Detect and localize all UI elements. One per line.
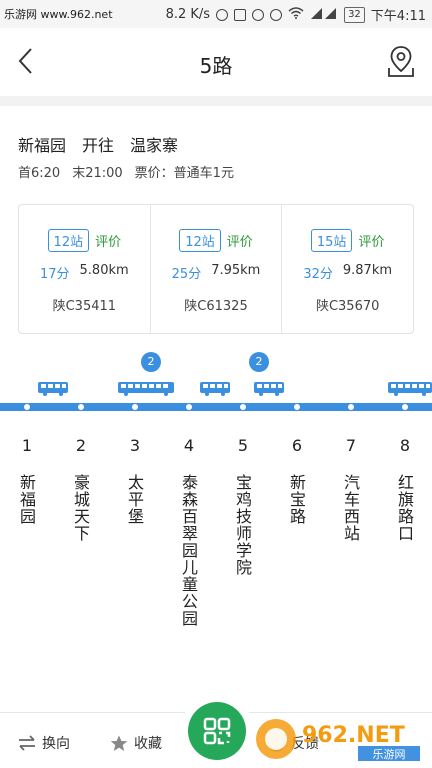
title-bar: 5路 (0, 28, 432, 96)
watermark-subtext: 乐游网 (373, 748, 406, 761)
page-title: 5路 (199, 54, 233, 78)
swap-arrows-icon (19, 735, 35, 751)
upcoming-buses-card: 12站 评价 17分 5.80km 陕C35411 12站 评价 25分 7.9… (18, 204, 414, 334)
stop-number: 5 (237, 436, 249, 455)
bus-count-badge: 2 (141, 352, 161, 372)
stop-name[interactable]: 宝鸡技师学院 (233, 474, 253, 576)
stop-number: 4 (183, 436, 195, 455)
chevron-left-icon (18, 48, 32, 74)
bus-plate: 陕C35670 (315, 299, 380, 314)
stop-number: 7 (345, 436, 357, 455)
stops-away-badge: 15站 (310, 229, 353, 252)
header-divider (0, 96, 432, 106)
stop-dot (294, 404, 300, 410)
eta-distance: 5.80km (79, 263, 129, 278)
eta-minutes: 17分 (39, 267, 70, 282)
bus-card[interactable]: 12站 评价 17分 5.80km 陕C35411 (19, 205, 150, 333)
rate-link[interactable]: 评价 (227, 231, 253, 250)
qr-scan-button[interactable] (180, 694, 254, 768)
bus-icon (118, 382, 174, 396)
stop-name[interactable]: 豪城天下 (71, 474, 91, 542)
status-carrier: 乐游网 www.962.net (4, 8, 113, 21)
bus-card-header: 12站 评价 (19, 229, 150, 252)
stop-name[interactable]: 太平堡 (125, 474, 145, 525)
stop-dot (240, 404, 246, 410)
bus-card-header: 15站 评价 (282, 229, 413, 252)
switch-direction-label: 换向 (42, 736, 70, 752)
stops-away-badge: 12站 (47, 229, 90, 252)
stop-number: 6 (291, 436, 303, 455)
nfc-icon (234, 8, 247, 21)
alarm-icon (252, 8, 265, 21)
wifi-icon (288, 6, 304, 23)
switch-direction-button[interactable]: 换向 (18, 733, 70, 753)
bus-icon (388, 382, 432, 396)
qr-scan-circle (188, 702, 246, 760)
stop-number: 8 (399, 436, 411, 455)
eta-distance: 9.87km (342, 263, 393, 278)
bus-card-header: 12站 评价 (151, 229, 282, 252)
eta-minutes: 32分 (303, 267, 333, 282)
favorite-button[interactable]: 收藏 (110, 733, 162, 753)
clock: 下午4:11 (370, 9, 426, 24)
star-icon (110, 735, 128, 751)
bus-icon (200, 382, 230, 396)
stop-number: 2 (75, 436, 87, 455)
stop-name[interactable]: 红旗路口 (395, 474, 415, 542)
stop-dot (24, 404, 30, 410)
qr-code-icon (203, 717, 231, 745)
bus-plate: 陕C61325 (184, 299, 248, 314)
route-meta: 首6:20 末21:00 票价：普通车1元 (18, 162, 234, 181)
route-line-area: 2 2 (0, 346, 432, 416)
eta-distance: 7.95km (211, 263, 261, 278)
bus-card[interactable]: 15站 评价 32分 9.87km 陕C35670 (281, 205, 413, 333)
status-bar: 乐游网 www.962.net 8.2 K/s 32 下午4:11 (0, 0, 432, 28)
battery-level: 32 (344, 6, 365, 23)
route-info: 新福园 开往 温家寨 (18, 132, 178, 156)
bus-card-eta: 32分 9.87km (282, 263, 413, 282)
status-right: 8.2 K/s 32 下午4:11 (166, 5, 426, 24)
bus-icon (254, 382, 284, 396)
stop-dot (186, 404, 192, 410)
bus-card-eta: 25分 7.95km (151, 263, 282, 282)
stop-dot (402, 404, 408, 410)
favorite-label: 收藏 (134, 736, 162, 752)
stop-number: 1 (21, 436, 33, 455)
bus-count-badge: 2 (249, 352, 269, 372)
bus-icon (38, 382, 68, 396)
location-icon (216, 8, 229, 21)
last-bus-time: 末21:00 (72, 166, 123, 181)
stop-name[interactable]: 新福园 (17, 474, 37, 525)
bus-card[interactable]: 12站 评价 25分 7.95km 陕C61325 (149, 205, 282, 333)
stop-dot (132, 404, 138, 410)
stop-name[interactable]: 汽车西站 (341, 474, 361, 542)
network-speed: 8.2 K/s (165, 7, 211, 22)
route-to: 温家寨 (130, 136, 179, 155)
stop-name[interactable]: 新宝路 (287, 474, 307, 525)
fare: 票价：普通车1元 (134, 166, 234, 181)
first-bus-time: 首6:20 (18, 166, 61, 181)
rate-link[interactable]: 评价 (358, 231, 384, 250)
signal-icon (310, 7, 338, 23)
watermark-graphic: 962.NET 乐游网 (256, 719, 420, 761)
stop-name[interactable]: 泰森百翠园儿童公园 (179, 474, 199, 627)
map-pin-icon (388, 46, 414, 77)
stop-number: 3 (129, 436, 141, 455)
bus-card-eta: 17分 5.80km (19, 263, 150, 282)
watermark-logo: 962.NET 乐游网 (254, 716, 424, 762)
watermark-text: 962.NET (302, 723, 405, 748)
route-from: 新福园 (18, 136, 67, 155)
rate-link[interactable]: 评价 (95, 231, 121, 250)
eta-minutes: 25分 (171, 267, 202, 282)
stop-dot (348, 404, 354, 410)
bus-plate: 陕C35411 (52, 299, 117, 314)
back-button[interactable] (12, 46, 42, 76)
stop-dot (78, 404, 84, 410)
route-direction: 开往 (82, 136, 115, 155)
route-line (0, 403, 432, 411)
stops-away-badge: 12站 (179, 229, 221, 252)
map-button[interactable] (386, 44, 416, 78)
eye-icon (270, 8, 283, 21)
